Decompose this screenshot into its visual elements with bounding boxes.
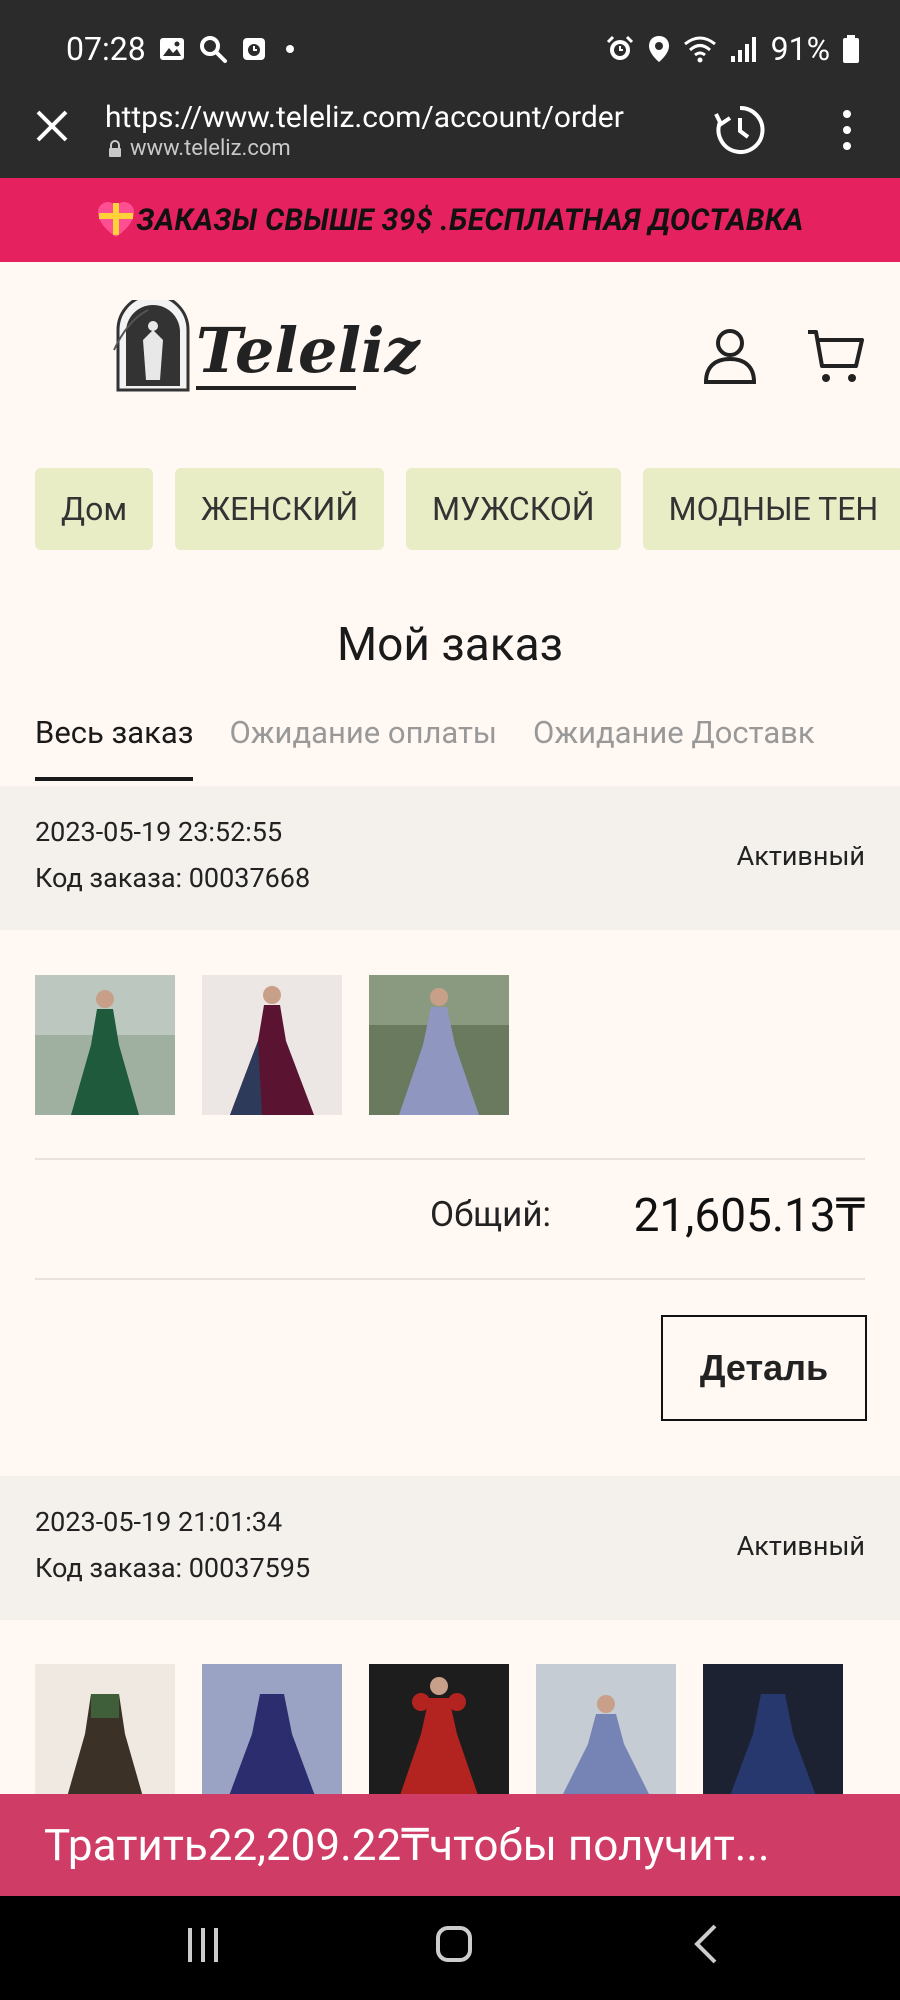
close-icon[interactable] xyxy=(32,106,72,146)
product-thumbnail[interactable] xyxy=(35,1664,175,1804)
tab-all-orders[interactable]: Весь заказ xyxy=(35,714,194,781)
logo-underline xyxy=(196,386,356,390)
logo-text: Teleliz xyxy=(196,314,420,387)
url-text[interactable]: https://www.teleliz.com/account/order xyxy=(105,100,624,135)
order-header: 2023-05-19 21:01:34 Код заказа: 00037595… xyxy=(0,1476,900,1620)
product-thumbnail[interactable] xyxy=(202,1664,342,1804)
promo-banner-text: ЗАКАЗЫ СВЫШЕ 39$ .БЕСПЛАТНАЯ ДОСТАВКА xyxy=(136,202,804,238)
home-icon[interactable] xyxy=(436,1926,472,1962)
divider xyxy=(35,1158,865,1160)
dot-icon xyxy=(286,45,294,53)
product-thumbnail[interactable] xyxy=(369,1664,509,1804)
page-title: Мой заказ xyxy=(337,618,563,672)
order-detail-button[interactable]: Деталь xyxy=(661,1315,867,1421)
battery-icon xyxy=(843,35,859,63)
status-bar: 07:28 91% xyxy=(0,0,900,100)
status-system-icons: 91% xyxy=(605,30,860,68)
calendar-icon xyxy=(243,38,265,60)
account-icon[interactable] xyxy=(700,326,760,386)
signal-icon xyxy=(730,37,756,62)
divider xyxy=(35,1278,865,1280)
product-thumbnail[interactable] xyxy=(35,975,175,1115)
order-thumbnails xyxy=(35,975,509,1115)
logo-emblem-icon xyxy=(113,300,190,392)
product-thumbnail[interactable] xyxy=(536,1664,676,1804)
status-time: 07:28 xyxy=(66,30,146,68)
search-icon xyxy=(200,36,227,63)
alarm-icon xyxy=(606,35,633,60)
nav-item-women[interactable]: ЖЕНСКИЙ xyxy=(175,468,385,550)
order-total-value: 21,605.13₸ xyxy=(633,1189,865,1243)
site-logo[interactable]: Teleliz xyxy=(108,300,420,395)
free-shipping-progress-banner[interactable]: Тратить22,209.22₸чтобы получит... xyxy=(0,1794,900,1896)
image-icon xyxy=(160,38,184,60)
category-nav: Дом ЖЕНСКИЙ МУЖСКОЙ МОДНЫЕ ТЕН xyxy=(35,468,900,550)
more-vert-icon[interactable] xyxy=(840,108,854,152)
android-nav-bar xyxy=(0,1896,900,2000)
order-date: 2023-05-19 21:01:34 xyxy=(35,1506,283,1538)
order-header: 2023-05-19 23:52:55 Код заказа: 00037668… xyxy=(0,786,900,930)
order-status: Активный xyxy=(736,840,865,872)
status-notification-icons xyxy=(158,34,300,64)
url-host: www.teleliz.com xyxy=(108,136,291,161)
order-thumbnails xyxy=(35,1664,843,1804)
product-thumbnail[interactable] xyxy=(369,975,509,1115)
nav-item-home[interactable]: Дом xyxy=(35,468,154,550)
browser-url-bar: https://www.teleliz.com/account/order ww… xyxy=(0,100,900,178)
promo-banner[interactable]: ЗАКАЗЫ СВЫШЕ 39$ .БЕСПЛАТНАЯ ДОСТАВКА xyxy=(0,178,900,262)
order-code: Код заказа: 00037595 xyxy=(35,1552,311,1584)
nav-item-fashion-trends[interactable]: МОДНЫЕ ТЕН xyxy=(642,468,900,550)
battery-percent: 91% xyxy=(770,30,830,68)
recent-apps-icon[interactable] xyxy=(186,1926,220,1964)
order-tabs: Весь заказ Ожидание оплаты Ожидание Дост… xyxy=(35,714,815,781)
tab-awaiting-payment[interactable]: Ожидание оплаты xyxy=(229,714,497,781)
order-code: Код заказа: 00037668 xyxy=(35,862,311,894)
lock-icon xyxy=(109,139,121,157)
product-thumbnail[interactable] xyxy=(202,975,342,1115)
url-host-text: www.teleliz.com xyxy=(130,136,291,161)
nav-item-men[interactable]: МУЖСКОЙ xyxy=(406,468,621,550)
back-icon[interactable] xyxy=(693,1924,719,1964)
tab-awaiting-delivery[interactable]: Ожидание Доставк xyxy=(533,714,815,781)
location-icon xyxy=(648,36,669,62)
history-icon[interactable] xyxy=(712,102,768,158)
wifi-icon xyxy=(683,36,716,63)
order-status: Активный xyxy=(736,1530,865,1562)
order-date: 2023-05-19 23:52:55 xyxy=(35,816,283,848)
cart-icon[interactable] xyxy=(806,326,864,386)
product-thumbnail[interactable] xyxy=(703,1664,843,1804)
order-total-label: Общий: xyxy=(430,1194,551,1235)
gift-heart-icon xyxy=(98,202,135,237)
